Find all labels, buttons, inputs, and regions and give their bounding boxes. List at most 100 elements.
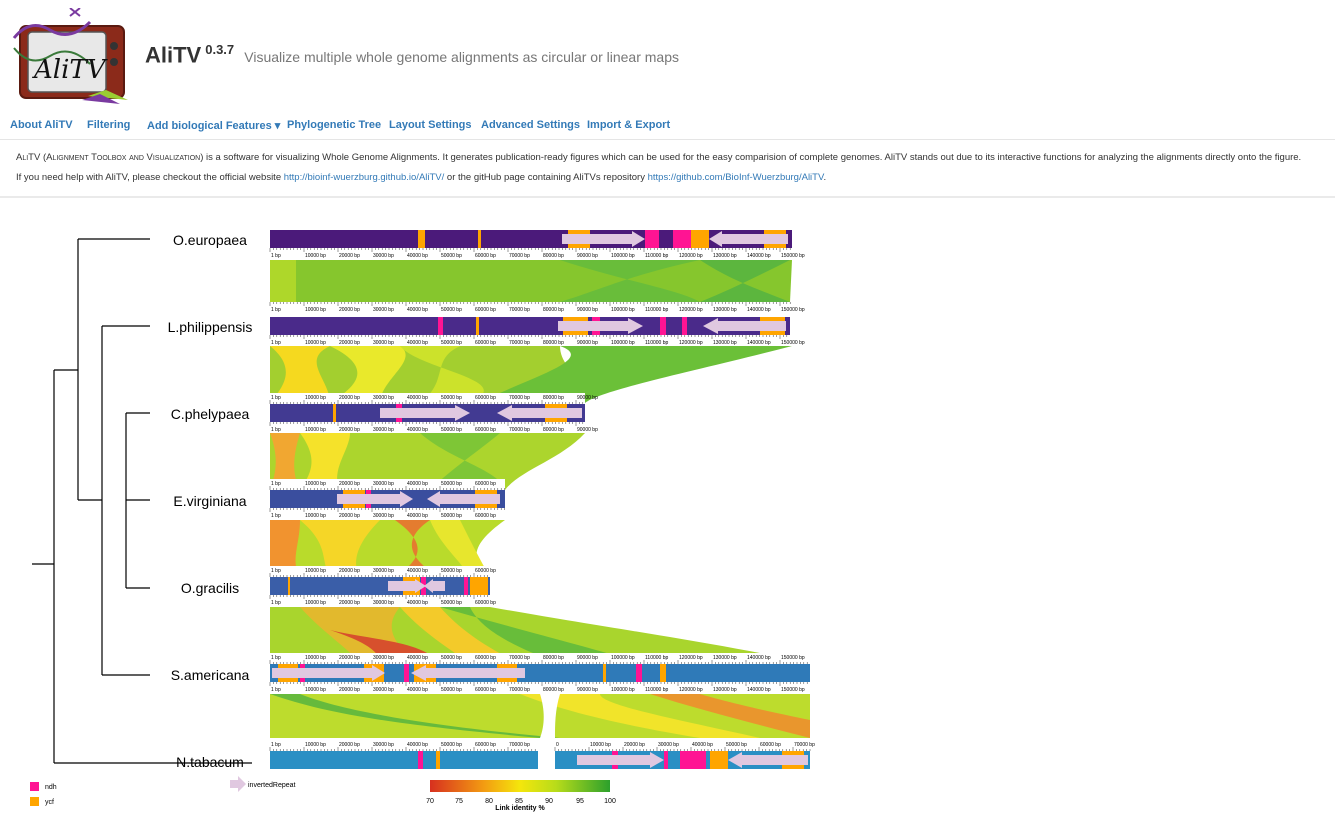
nav-layout-settings[interactable]: Layout Settings — [389, 119, 472, 131]
feature-ycf[interactable] — [418, 230, 425, 248]
nav-phylogenetic-tree[interactable]: Phylogenetic Tree — [287, 119, 381, 131]
repo-link[interactable]: https://github.com/BioInf-Wuerzburg/AliT… — [648, 172, 824, 183]
chromosome-e-virginiana[interactable]: 1 bp 10000 bp 20000 bp 30000 bp 40000 bp 5000… — [269, 479, 505, 519]
legend-swatch-ndh[interactable] — [30, 782, 39, 791]
tick-axis: 1 bp 10000 bp 20000 bp 30000 bp 40000 bp 5000… — [269, 595, 496, 606]
chromosomes[interactable]: 1 bp 10000 bp 20000 bp 30000 bp 40000 bp 5000… — [269, 230, 815, 769]
tick-label: 30000 bp — [373, 340, 394, 346]
tick-label: 30000 bp — [373, 687, 394, 693]
chromosome-c-phelypaea[interactable]: 1 bp 10000 bp 20000 bp 30000 bp 40000 bp 5000… — [269, 393, 598, 433]
tick-label: 20000 bp — [339, 481, 360, 487]
tick-label: 20000 bp — [339, 340, 360, 346]
genome-label-o-gracilis[interactable]: O.gracilis — [181, 580, 239, 596]
chromosome-o-gracilis[interactable]: 1 bp 10000 bp 20000 bp 30000 bp 40000 bp 5000… — [269, 566, 496, 606]
tick-label: 70000 bp — [509, 427, 530, 433]
feature-ycf[interactable] — [710, 751, 728, 769]
tick-label: 60000 bp — [475, 742, 496, 748]
tick-label: 20000 bp — [339, 427, 360, 433]
feature-ycf[interactable] — [470, 577, 488, 595]
help-middle: or the gitHub page containing AliTVs rep… — [446, 172, 645, 183]
tick-label: 30000 bp — [373, 395, 394, 401]
tick-label: 50000 bp — [441, 687, 462, 693]
nav-add-features-label: Add biological Features — [147, 120, 272, 132]
tick-label: 60000 bp — [475, 253, 496, 259]
feature-ndh[interactable] — [645, 230, 659, 248]
feature-ycf[interactable] — [478, 230, 481, 248]
gradient-tick-label: 75 — [455, 798, 463, 805]
tick-label: 20000 bp — [339, 568, 360, 574]
legend-label-inverted-repeat: invertedRepeat — [248, 782, 296, 789]
tick-label: 40000 bp — [407, 687, 428, 693]
feature-ndh[interactable] — [664, 751, 668, 769]
genome-label-s-americana[interactable]: S.americana — [171, 667, 250, 683]
tick-label: 50000 bp — [441, 742, 462, 748]
tick-label: 40000 bp — [407, 481, 428, 487]
tick-label: 50000 bp — [441, 481, 462, 487]
feature-ycf[interactable] — [333, 404, 336, 422]
help-suffix: . — [823, 172, 827, 183]
tick-label: 100000 bp — [611, 340, 635, 346]
feature-ycf[interactable] — [660, 664, 666, 682]
tick-label: 60000 bp — [475, 395, 496, 401]
feature-ycf[interactable] — [691, 230, 709, 248]
tick-label: 20000 bp — [624, 742, 645, 748]
chromosome-bar[interactable] — [270, 577, 490, 595]
tick-label: 30000 bp — [373, 655, 394, 661]
tick-label: 90000 bp — [577, 687, 598, 693]
genome-label-n-tabacum[interactable]: N.tabacum — [176, 754, 244, 770]
legend-swatch-ycf[interactable] — [30, 797, 39, 806]
link[interactable] — [270, 260, 296, 302]
tick-label: 30000 bp — [373, 568, 394, 574]
app-title: AliTV 0.3.7 Visualize multiple whole geno… — [145, 42, 679, 68]
genome-label-e-virginiana[interactable]: E.virginiana — [173, 493, 246, 509]
tick-label: 60000 bp — [475, 340, 496, 346]
chromosome-l-philippensis[interactable]: 1 bp 10000 bp 20000 bp 30000 bp 40000 bp 5000… — [269, 317, 805, 346]
nav-filtering[interactable]: Filtering — [87, 119, 130, 131]
tick-label: 0 — [556, 742, 559, 748]
tick-label: 110000 bp — [645, 307, 668, 313]
tick-label: 20000 bp — [339, 742, 360, 748]
feature-ndh[interactable] — [673, 230, 691, 248]
feature-ycf[interactable] — [603, 664, 606, 682]
feature-ycf[interactable] — [476, 317, 479, 335]
nav-advanced-settings[interactable]: Advanced Settings — [481, 119, 580, 131]
tick-label: 30000 bp — [373, 307, 394, 313]
legend-label-ndh: ndh — [45, 784, 57, 791]
tick-axis: 1 bp 10000 bp 20000 bp 30000 bp 40000 bp 5000… — [269, 740, 538, 751]
tick-label: 80000 bp — [543, 427, 564, 433]
feature-ndh[interactable] — [682, 317, 687, 335]
genome-label-l-philippensis[interactable]: L.philippensis — [168, 319, 253, 335]
feature-ndh[interactable] — [660, 317, 666, 335]
website-link[interactable]: http://bioinf-wuerzburg.github.io/AliTV/ — [284, 172, 445, 183]
tick-axis: 1 bp 10000 bp 20000 bp 30000 bp 40000 bp 5000… — [269, 479, 505, 490]
chromosome-s-americana[interactable]: 1 bp 10000 bp 20000 bp 30000 bp 40000 bp 5000… — [269, 653, 810, 693]
nav-import-export[interactable]: Import & Export — [587, 119, 670, 131]
gradient-title: Link identity % — [495, 805, 545, 812]
feature-ndh[interactable] — [464, 577, 468, 595]
feature-ndh[interactable] — [680, 751, 706, 769]
tick-label: 40000 bp — [407, 742, 428, 748]
alignment-figure[interactable]: O.europaea L.philippensis C.phelypaea E.… — [0, 200, 1335, 826]
tick-label: 120000 bp — [679, 340, 703, 346]
feature-ndh[interactable] — [438, 317, 443, 335]
tick-label: 60000 bp — [475, 307, 496, 313]
chromosome-n-tabacum[interactable]: 1 bp 10000 bp 20000 bp 30000 bp 40000 bp 5000… — [269, 740, 815, 769]
feature-ndh[interactable] — [404, 664, 409, 682]
genome-label-c-phelypaea[interactable]: C.phelypaea — [171, 406, 250, 422]
feature-ndh[interactable] — [636, 664, 642, 682]
nav-add-features[interactable]: Add biological Features ▾ — [147, 119, 280, 132]
tick-label: 130000 bp — [713, 253, 737, 259]
tick-label: 10000 bp — [305, 340, 326, 346]
tick-label: 10000 bp — [305, 655, 326, 661]
tick-label: 1 bp — [271, 395, 281, 401]
tick-label: 20000 bp — [339, 513, 360, 519]
inverted-repeat-icon[interactable] — [230, 776, 246, 792]
tick-label: 60000 bp — [475, 427, 496, 433]
feature-ycf[interactable] — [288, 577, 290, 595]
chromosome-bar[interactable] — [270, 751, 538, 769]
genome-label-o-europaea[interactable]: O.europaea — [173, 232, 247, 248]
nav-about[interactable]: About AliTV — [10, 119, 73, 131]
feature-ycf[interactable] — [436, 751, 440, 769]
feature-ndh[interactable] — [418, 751, 423, 769]
legend: ndh ycf invertedRepeat 70 75 80 85 90 95 100 L… — [30, 776, 616, 812]
